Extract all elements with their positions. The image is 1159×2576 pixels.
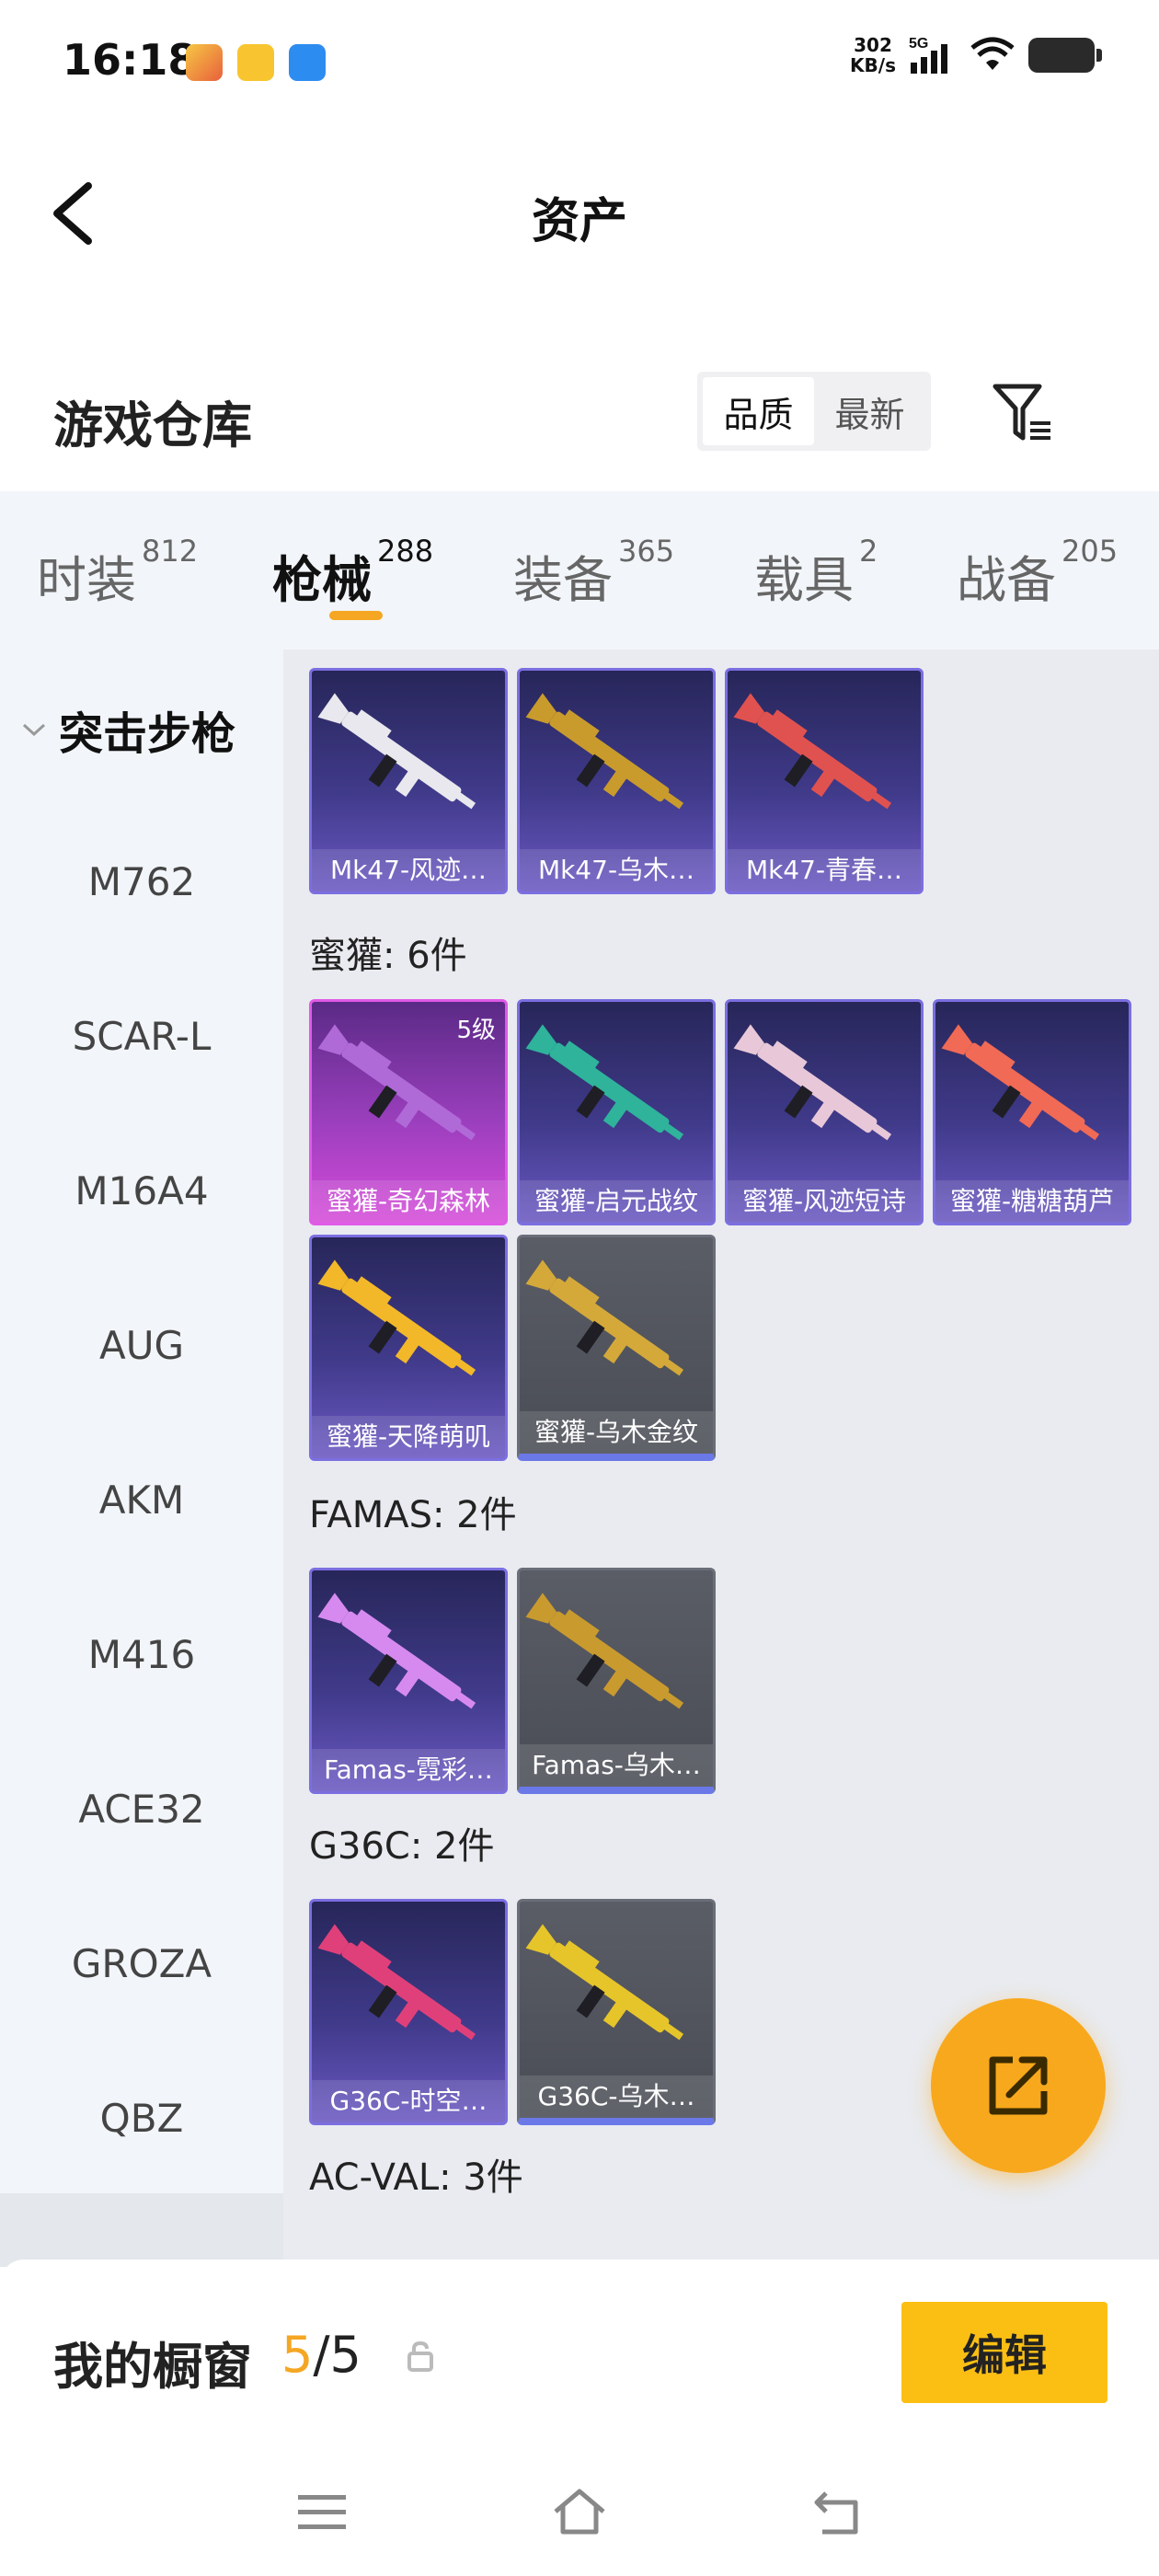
weapon-card[interactable]: Mk47-乌木…	[517, 668, 716, 894]
tab-indicator	[329, 611, 383, 620]
gun-icon	[733, 1024, 892, 1141]
wifi-icon	[970, 37, 1015, 70]
sidenav-category[interactable]: 突击步枪	[20, 697, 235, 762]
sidenav-item-m16a4[interactable]: M16A4	[0, 1168, 283, 1213]
sort-newest-button[interactable]: 最新	[814, 377, 925, 445]
gun-icon	[941, 1024, 1100, 1141]
weapon-card[interactable]: 蜜獾-启元战纹	[517, 999, 716, 1225]
weapon-card[interactable]: 5级蜜獾-奇幻森林	[309, 999, 508, 1225]
warehouse-title: 游戏仓库	[53, 397, 252, 454]
battery-icon	[1028, 38, 1102, 73]
weapon-card[interactable]: 蜜獾-糖糖葫芦	[933, 999, 1131, 1225]
level-badge: 5级	[456, 1017, 496, 1044]
weapon-name: Mk47-青春…	[728, 849, 921, 891]
showcase-count: 5/5	[281, 2326, 361, 2384]
sort-toggle: 品质 最新	[697, 372, 931, 451]
sidenav-divider	[0, 2193, 283, 2267]
share-button[interactable]	[931, 1998, 1106, 2173]
gun-icon	[317, 1593, 476, 1709]
showcase-title: 我的橱窗	[53, 2338, 252, 2396]
app-icon-1	[186, 44, 223, 81]
gun-icon	[525, 693, 684, 810]
sidenav-item-aug[interactable]: AUG	[0, 1323, 283, 1368]
edit-button[interactable]: 编辑	[901, 2302, 1107, 2403]
weapon-card[interactable]: Mk47-青春…	[725, 668, 924, 894]
sidenav-item-m416[interactable]: M416	[0, 1632, 283, 1677]
sidenav-item-m762[interactable]: M762	[0, 859, 283, 904]
weapon-card[interactable]: G36C-时空…	[309, 1899, 508, 2125]
app-icon-2	[237, 44, 274, 81]
group-title: FAMAS: 2件	[309, 1494, 517, 1536]
sidenav-item-scar-l[interactable]: SCAR-L	[0, 1014, 283, 1059]
gun-icon	[525, 1024, 684, 1141]
menu-icon[interactable]	[294, 2484, 350, 2539]
home-icon[interactable]	[552, 2484, 607, 2539]
weapon-name: 蜜獾-糖糖葫芦	[935, 1180, 1129, 1223]
weapon-card[interactable]: 蜜獾-天降萌叽	[309, 1235, 508, 1461]
weapon-card[interactable]: Famas-霓彩…	[309, 1568, 508, 1794]
weapon-card[interactable]: G36C-乌木…	[517, 1899, 716, 2125]
back-icon[interactable]	[809, 2484, 865, 2539]
weapon-card[interactable]: Mk47-风迹…	[309, 668, 508, 894]
tab-gear[interactable]: 战备 205	[957, 534, 1118, 612]
page-title: 资产	[531, 194, 627, 249]
tab-firearms[interactable]: 枪械 288	[272, 534, 433, 612]
svg-text:5G: 5G	[909, 36, 928, 52]
weapon-name: Mk47-乌木…	[520, 849, 713, 891]
lock-icon	[407, 2340, 433, 2372]
weapon-name: G36C-时空…	[312, 2080, 505, 2122]
gun-icon	[317, 1259, 476, 1376]
sidenav-item-qbz[interactable]: QBZ	[0, 2096, 283, 2141]
gun-icon	[525, 1593, 684, 1709]
weapon-name: Famas-乌木…	[520, 1744, 713, 1787]
gun-icon	[317, 693, 476, 810]
net-speed: 302 KB/s	[850, 34, 896, 76]
tab-fashion[interactable]: 时装 812	[37, 534, 198, 612]
sort-quality-button[interactable]: 品质	[703, 377, 814, 445]
tab-equipment[interactable]: 装备 365	[513, 534, 674, 612]
weapon-name: Famas-霓彩…	[312, 1749, 505, 1791]
weapon-sidenav: 突击步枪 M762 SCAR-L M16A4 AUG AKM M416 ACE3…	[0, 650, 283, 2267]
weapon-name: 蜜獾-奇幻森林	[312, 1180, 505, 1223]
weapon-card[interactable]: 蜜獾-风迹短诗	[725, 999, 924, 1225]
sidenav-item-groza[interactable]: GROZA	[0, 1941, 283, 1986]
sidenav-item-ace32[interactable]: ACE32	[0, 1787, 283, 1832]
weapon-name: 蜜獾-启元战纹	[520, 1180, 713, 1223]
share-icon	[989, 2056, 1048, 2115]
gun-icon	[733, 693, 892, 810]
status-bar: 16:18 302 KB/s 5G	[0, 0, 1159, 125]
gun-icon	[525, 1924, 684, 2041]
weapon-card[interactable]: Famas-乌木…	[517, 1568, 716, 1794]
gun-icon	[317, 1924, 476, 2041]
signal-icon: 5G	[909, 36, 947, 74]
filter-icon[interactable]	[990, 381, 1056, 447]
weapon-name: 蜜獾-乌木金纹	[520, 1411, 713, 1454]
weapon-card[interactable]: 蜜獾-乌木金纹	[517, 1235, 716, 1461]
app-icon-3	[289, 44, 326, 81]
weapon-name: 蜜獾-风迹短诗	[728, 1180, 921, 1223]
category-tabs: 时装 812 枪械 288 装备 365 载具 2 战备 205	[0, 491, 1159, 650]
weapon-name: G36C-乌木…	[520, 2076, 713, 2118]
sidenav-item-akm[interactable]: AKM	[0, 1478, 283, 1523]
gun-icon	[525, 1259, 684, 1376]
tab-vehicles[interactable]: 载具 2	[754, 534, 878, 612]
group-title: 蜜獾: 6件	[309, 935, 467, 977]
chevron-down-icon	[22, 723, 46, 737]
status-time: 16:18	[63, 35, 198, 85]
group-title: G36C: 2件	[309, 1825, 495, 1868]
weapon-name: 蜜獾-天降萌叽	[312, 1416, 505, 1458]
group-title: AC-VAL: 3件	[309, 2156, 523, 2199]
weapon-name: Mk47-风迹…	[312, 849, 505, 891]
